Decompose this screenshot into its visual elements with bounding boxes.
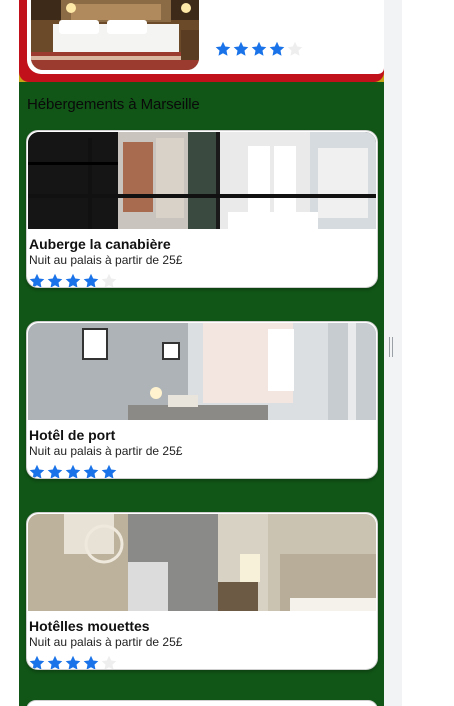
star-icon xyxy=(65,655,81,669)
featured-card-photo xyxy=(31,0,199,70)
listing-card-next[interactable] xyxy=(26,700,378,706)
listing-rating xyxy=(29,273,117,287)
featured-card-rating xyxy=(215,41,303,57)
listing-rating xyxy=(29,655,117,669)
star-icon xyxy=(47,273,63,287)
star-icon xyxy=(83,273,99,287)
listing-price-text: Nuit au palais à partir de 25£ xyxy=(29,253,183,267)
listing-rating xyxy=(29,464,117,478)
star-icon xyxy=(29,655,45,669)
listing-name[interactable]: Hotêl de port xyxy=(29,427,115,443)
listing-name[interactable]: Auberge la canabière xyxy=(29,236,171,252)
star-icon xyxy=(83,464,99,478)
listing-photo xyxy=(28,132,376,229)
star-icon xyxy=(83,655,99,669)
star-icon xyxy=(269,41,285,57)
listing-card[interactable]: Auberge la canabière Nuit au palais à pa… xyxy=(26,130,378,288)
star-icon xyxy=(287,41,303,57)
star-icon xyxy=(233,41,249,57)
listing-photo xyxy=(28,514,376,611)
star-icon xyxy=(29,273,45,287)
star-icon xyxy=(215,41,231,57)
star-icon xyxy=(251,41,267,57)
listing-price-text: Nuit au palais à partir de 25£ xyxy=(29,444,183,458)
star-icon xyxy=(65,464,81,478)
scroll-gutter xyxy=(384,0,402,706)
star-icon xyxy=(47,464,63,478)
listing-card[interactable]: Hotêl de port Nuit au palais à partir de… xyxy=(26,321,378,479)
star-icon xyxy=(29,464,45,478)
section-title: Hébergements à Marseille xyxy=(27,96,200,113)
resize-handle[interactable] xyxy=(389,337,393,357)
listing-card[interactable]: Hotêlles mouettes Nuit au palais à parti… xyxy=(26,512,378,670)
star-icon xyxy=(101,464,117,478)
listing-name[interactable]: Hotêlles mouettes xyxy=(29,618,150,634)
side-panel xyxy=(402,0,454,706)
listing-photo xyxy=(28,323,376,420)
star-icon xyxy=(65,273,81,287)
listing-price-text: Nuit au palais à partir de 25£ xyxy=(29,635,183,649)
star-icon xyxy=(47,655,63,669)
star-icon xyxy=(101,273,117,287)
star-icon xyxy=(101,655,117,669)
app-viewport: Hébergements à Marseille Auberge la cana… xyxy=(0,0,454,706)
